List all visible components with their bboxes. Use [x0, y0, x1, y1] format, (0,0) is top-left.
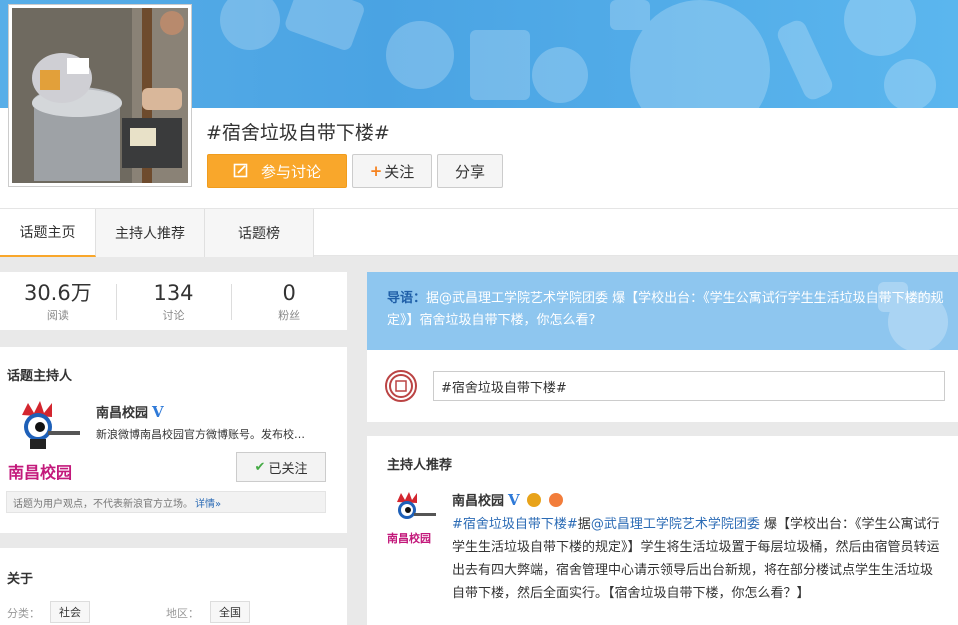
- about-card: 关于 分类： 社会 地区： 全国: [0, 548, 347, 625]
- recommend-logo-text: 南昌校园: [387, 532, 431, 545]
- followed-label: 已关注: [268, 461, 308, 477]
- stat-discussions[interactable]: 134 讨论: [115, 272, 232, 330]
- member-icon: [527, 493, 542, 507]
- region-chip[interactable]: 全国: [210, 601, 250, 623]
- edit-icon: [233, 163, 248, 178]
- disclaimer-details-link[interactable]: 详情»: [195, 495, 221, 510]
- tab-topic-home[interactable]: 话题主页: [0, 209, 96, 257]
- recommend-mascot-icon: [397, 492, 436, 519]
- recommend-heading: 主持人推荐: [387, 458, 453, 473]
- topic-guide: 导语：据@武昌理工学院艺术学院团委 爆【学校出台：《学生公寓试行学生生活垃圾自带…: [367, 272, 958, 350]
- join-discussion-button[interactable]: 参与讨论: [207, 154, 347, 188]
- topic-stats: 30.6万 阅读 134 讨论 0 粉丝: [0, 272, 347, 330]
- host-description: 新浪微博南昌校园官方微博账号。发布校…: [96, 428, 305, 441]
- topic-photo: [12, 8, 188, 183]
- user-avatar[interactable]: [385, 370, 417, 402]
- topic-title: #宿舍垃圾自带下楼#: [206, 122, 390, 144]
- stat-discussions-value: 134: [153, 281, 194, 305]
- recommend-post-text: #宿舍垃圾自带下楼#据@武昌理工学院艺术学院团委 爆【学校出台：《学生公寓试行学…: [452, 513, 944, 605]
- share-label: 分享: [454, 162, 485, 181]
- stat-fans-value: 0: [282, 281, 296, 305]
- disclaimer-notice: 话题为用户观点，不代表新浪官方立场。 详情»: [6, 491, 326, 513]
- tab-host-recommend[interactable]: 主持人推荐: [96, 209, 205, 257]
- host-name[interactable]: 南昌校园 V: [96, 402, 164, 421]
- region-key: 地区：: [166, 607, 199, 620]
- host-logo-text: 南昌校园: [8, 463, 73, 482]
- host-name-text: 南昌校园: [96, 406, 149, 421]
- recommend-hashtag-link[interactable]: #宿舍垃圾自带下楼#: [452, 517, 578, 532]
- host-heading: 话题主持人: [7, 369, 73, 384]
- stat-fans[interactable]: 0 粉丝: [231, 272, 347, 330]
- check-icon: ✔: [254, 459, 266, 475]
- post-composer: #宿舍垃圾自带下楼#: [367, 350, 958, 422]
- host-avatar[interactable]: 南昌校园: [8, 401, 88, 482]
- guide-text: 据@武昌理工学院艺术学院团委 爆【学校出台：《学生公寓试行学生生活垃圾自带下楼的…: [387, 291, 944, 328]
- verified-icon: V: [508, 491, 520, 509]
- verified-icon: V: [152, 403, 164, 421]
- stat-reads-value: 30.6万: [23, 281, 92, 305]
- category-key: 分类：: [7, 607, 40, 620]
- guide-text-block: 导语：据@武昌理工学院艺术学院团委 爆【学校出台：《学生公寓试行学生生活垃圾自带…: [387, 288, 947, 332]
- topic-image: [8, 4, 192, 187]
- school-seal-icon: [389, 374, 413, 398]
- recommend-author[interactable]: 南昌校园 V: [452, 490, 563, 509]
- category-chip[interactable]: 社会: [50, 601, 90, 623]
- balloon-icon: [548, 493, 563, 507]
- recommend-prefix: 据: [577, 517, 591, 532]
- join-discussion-label: 参与讨论: [260, 162, 321, 181]
- stat-fans-label: 粉丝: [278, 309, 301, 322]
- guide-lead: 导语：: [387, 291, 427, 306]
- follow-label: 关注: [384, 162, 415, 181]
- disclaimer-text: 话题为用户观点，不代表新浪官方立场。: [13, 498, 193, 510]
- recommend-mention-link[interactable]: @武昌理工学院艺术学院团委: [591, 517, 760, 532]
- topic-tabs: 话题主页 主持人推荐 话题榜: [0, 208, 958, 257]
- plus-icon: +: [369, 162, 383, 180]
- topic-host-card: 话题主持人 南昌校园 南昌校园 V 新浪微博南昌校园官方微博账号。发布校… ✔ 已…: [0, 347, 347, 533]
- post-input[interactable]: #宿舍垃圾自带下楼#: [433, 371, 945, 401]
- tab-topic-ranking[interactable]: 话题榜: [205, 209, 314, 257]
- stat-reads-label: 阅读: [46, 309, 69, 322]
- follow-button[interactable]: + 关注: [352, 154, 432, 188]
- topic-page: #宿舍垃圾自带下楼# 参与讨论 + 关注 分享 话题主页 主持人推荐 话题榜 3…: [0, 0, 958, 625]
- stat-reads[interactable]: 30.6万 阅读: [0, 272, 116, 330]
- host-recommend-card: 主持人推荐 南昌校园 南昌校园 V #宿舍垃圾自带下楼#据@武昌理工学院艺术学院团…: [367, 436, 958, 625]
- share-button[interactable]: 分享: [437, 154, 503, 188]
- stat-discussions-label: 讨论: [162, 309, 185, 322]
- recommend-avatar[interactable]: 南昌校园: [387, 492, 439, 545]
- recommend-author-name: 南昌校园: [452, 494, 505, 509]
- host-mascot-icon: [22, 401, 80, 449]
- about-heading: 关于: [7, 572, 34, 587]
- followed-button[interactable]: ✔ 已关注: [236, 452, 326, 482]
